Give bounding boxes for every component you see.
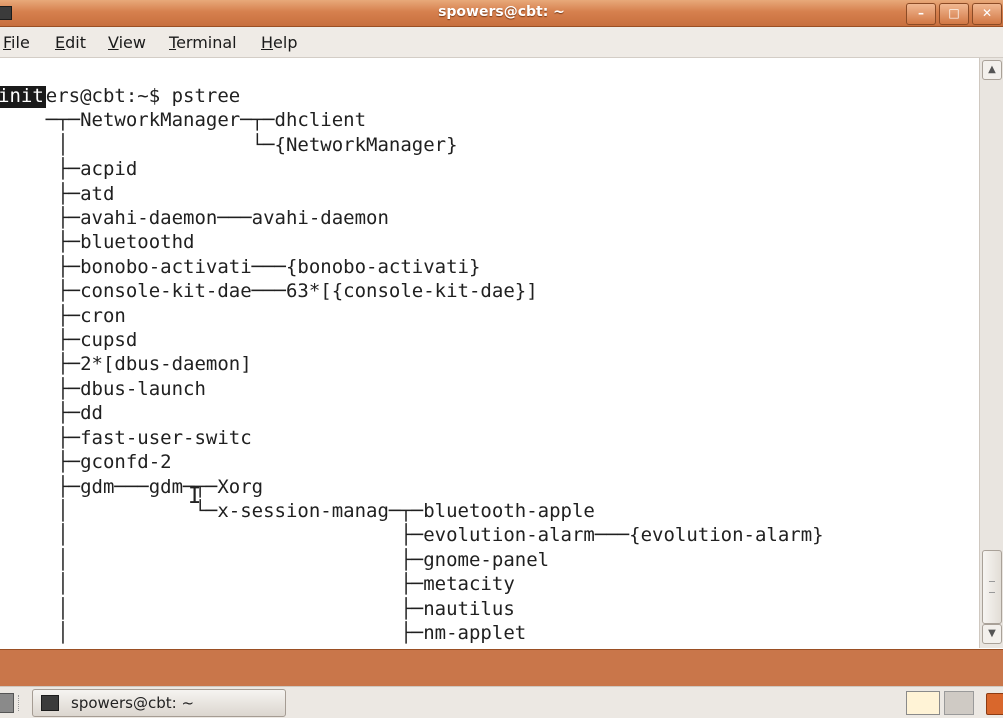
vertical-scrollbar[interactable]: ▲ ▼ [979,58,1003,648]
menu-help[interactable]: Help [261,33,297,52]
desktop-background [0,649,1003,687]
show-desktop-icon[interactable] [0,693,14,713]
bottom-panel: spowers@cbt: ~ [0,686,1003,718]
panel-separator [18,695,23,711]
menu-file[interactable]: File [3,33,30,52]
scroll-down-button[interactable]: ▼ [982,624,1002,644]
menu-bar: File Edit View Terminal Help [0,27,1003,58]
terminal-icon [41,695,59,711]
workspace-2[interactable] [944,691,974,715]
taskbar-window-label: spowers@cbt: ~ [71,694,195,712]
scroll-up-button[interactable]: ▲ [982,60,1002,80]
menu-edit[interactable]: Edit [55,33,86,52]
terminal-view[interactable]: spowers@cbt:~$ pstree ─┬─NetworkManager─… [0,58,978,648]
window-title: spowers@cbt: ~ [438,4,565,20]
selected-text: init [0,85,44,107]
grip-icon [989,581,995,593]
trash-icon[interactable] [986,693,1003,715]
minimize-button[interactable]: – [906,3,936,25]
scroll-thumb[interactable] [982,550,1002,624]
ibeam-cursor-icon: I [188,484,202,509]
maximize-button[interactable]: □ [939,3,969,25]
workspace-1[interactable] [906,691,940,715]
taskbar-window-button[interactable]: spowers@cbt: ~ [32,689,286,717]
close-button[interactable]: ✕ [972,3,1002,25]
menu-terminal[interactable]: Terminal [169,33,237,52]
terminal-output[interactable]: spowers@cbt:~$ pstree ─┬─NetworkManager─… [0,84,824,645]
window-titlebar[interactable]: spowers@cbt: ~ – □ ✕ [0,0,1003,27]
menu-view[interactable]: View [108,33,146,52]
